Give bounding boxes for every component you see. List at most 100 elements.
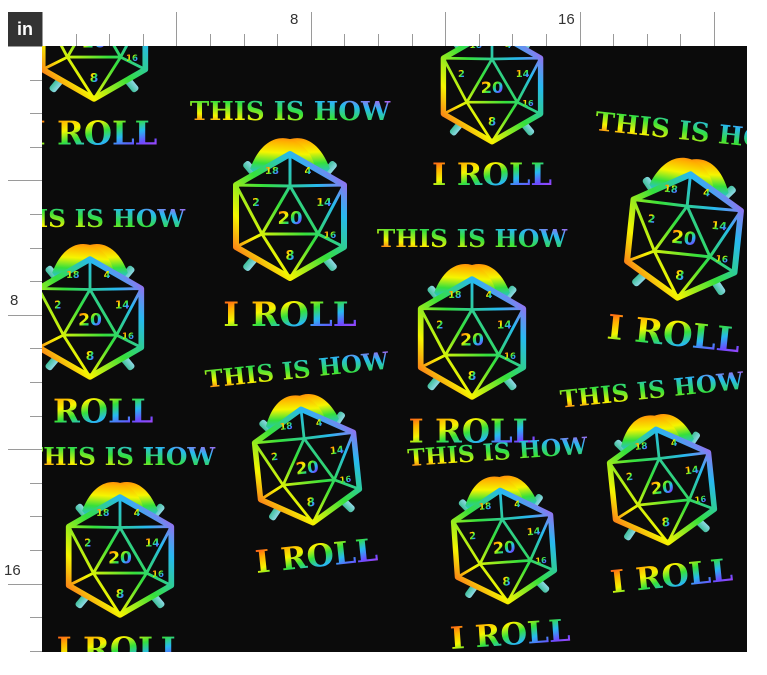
dice-motif: 20214818416THIS IS HOWI ROLL: [432, 46, 552, 193]
phrase-i-roll: I ROLL: [605, 308, 742, 362]
top-ruler-label: 16: [558, 11, 575, 28]
phrase-this-is-how: THIS IS HOW: [190, 97, 391, 127]
d20-face-number: 2: [54, 300, 61, 312]
d20-face-number: 2: [252, 196, 260, 209]
phrase-i-roll: I ROLL: [42, 393, 153, 431]
d20-face-number: 2: [458, 69, 465, 80]
d20-face-number: 4: [514, 500, 521, 510]
d20-face-number: 8: [116, 587, 125, 601]
dice-motif: 20214818416THIS IS HOWI ROLL: [42, 204, 186, 431]
top-ruler: 8 16: [42, 0, 747, 46]
d20-face-number: 16: [122, 332, 134, 342]
ruler-tick: [30, 550, 42, 551]
side-ruler-label: 16: [4, 562, 21, 579]
d20-face-number: 20: [650, 477, 675, 498]
d20-face-number: 16: [324, 231, 337, 241]
ruler-tick: [8, 46, 42, 47]
ruler-tick: [546, 34, 547, 46]
dice-motif: 20214818416THIS IS HOWI ROLL: [204, 347, 391, 581]
ruler-tick: [344, 34, 345, 46]
ruler-tick: [412, 34, 413, 46]
d20-face-number: 18: [265, 166, 279, 177]
dice-motif: 20214818416THIS IS HOWI ROLL: [190, 97, 391, 335]
ruler-tick: [479, 34, 480, 46]
ruler-tick: [30, 281, 42, 282]
d20-face-number: 16: [339, 474, 352, 485]
dice-motif: 20214818416THIS IS HOWI ROLL: [407, 432, 589, 652]
dice-motif: 20214818416THIS IS HOWI ROLL: [594, 107, 747, 362]
fabric-preview: 20 2 14 8 18 4 16 THIS IS HOW I ROLL 20 2 14 8 18 4 16 T…: [42, 46, 747, 652]
d20-face-number: 16: [715, 254, 729, 265]
ruler-tick: [30, 416, 42, 417]
ruler-tick: [714, 12, 715, 46]
ruler-tick: [8, 584, 42, 585]
ruler-tick: [30, 617, 42, 618]
phrase-this-is-how: THIS IS HOW: [42, 204, 186, 233]
d20-face-number: 8: [502, 574, 511, 589]
ruler-tick: [30, 483, 42, 484]
d20-face-number: 8: [468, 369, 477, 383]
unit-toggle-button[interactable]: in: [8, 12, 42, 46]
phrase-this-is-how: THIS IS HOW: [594, 107, 747, 158]
d20-face-number: 18: [478, 502, 491, 513]
ruler-tick: [76, 34, 77, 46]
phrase-i-roll: I ROLL: [254, 532, 380, 581]
d20-face-number: 20: [481, 78, 504, 97]
ruler-tick: [42, 12, 43, 46]
ruler-tick: [30, 214, 42, 215]
d20-face-number: 20: [78, 311, 102, 331]
ruler-tick: [512, 34, 513, 46]
d20-face-number: 4: [486, 290, 493, 301]
ruler-tick: [30, 382, 42, 383]
ruler-tick: [445, 12, 446, 46]
d20-face-number: 8: [674, 268, 685, 284]
phrase-this-is-how: THIS IS HOW: [42, 442, 216, 471]
d20-face-number: 2: [84, 538, 91, 550]
ruler-tick: [30, 80, 42, 81]
d20-face-number: 8: [661, 515, 671, 530]
ruler-tick: [277, 34, 278, 46]
d20-face-number: 4: [305, 166, 312, 177]
ruler-tick: [176, 12, 177, 46]
d20-face-number: 14: [684, 465, 699, 477]
d20-face-number: 14: [115, 300, 130, 312]
d20-face-number: 4: [134, 508, 141, 519]
phrase-i-roll: I ROLL: [609, 552, 735, 601]
d20-face-number: 4: [703, 188, 711, 200]
d20-face-number: 14: [316, 196, 332, 209]
d20-face-number: 8: [306, 495, 316, 510]
d20-face-number: 18: [634, 441, 648, 453]
phrase-i-roll: I ROLL: [432, 157, 552, 193]
d20-face-number: 14: [329, 445, 344, 457]
d20-face-number: 8: [86, 349, 95, 363]
ruler-tick: [109, 34, 110, 46]
phrase-i-roll: I ROLL: [42, 115, 157, 153]
side-ruler: 8 16: [0, 46, 42, 652]
ruler-tick: [680, 34, 681, 46]
d20-face-number: 14: [145, 538, 160, 550]
d20-face-number: 8: [488, 115, 496, 129]
d20-face-number: 20: [460, 331, 484, 351]
ruler-tick: [8, 449, 42, 450]
d20-face-number: 18: [96, 508, 110, 519]
dice-motif: 20214818416THIS IS HOWI ROLL: [377, 224, 568, 451]
d20-face-number: 20: [108, 549, 132, 569]
d20-face-number: 18: [66, 270, 80, 281]
ruler-tick: [311, 12, 312, 46]
ruler-tick: [8, 315, 42, 316]
phrase-this-is-how: THIS IS HOW: [377, 224, 568, 253]
ruler-tick: [30, 147, 42, 148]
ruler-tick: [143, 34, 144, 46]
d20-face-number: 14: [711, 219, 728, 234]
d20-face-number: 4: [315, 418, 323, 430]
d20-face-number: 20: [492, 537, 516, 558]
phrase-i-roll: I ROLL: [57, 631, 184, 653]
side-ruler-label: 8: [10, 292, 19, 309]
ruler-tick: [30, 651, 42, 652]
d20-face-number: 16: [126, 54, 138, 64]
d20-face-number: 2: [647, 212, 656, 226]
ruler-tick: [378, 34, 379, 46]
d20-face-number: 8: [90, 71, 99, 85]
d20-face-number: 16: [522, 98, 534, 108]
dice-motif: 20214818416THIS IS HOWI ROLL: [42, 46, 157, 153]
